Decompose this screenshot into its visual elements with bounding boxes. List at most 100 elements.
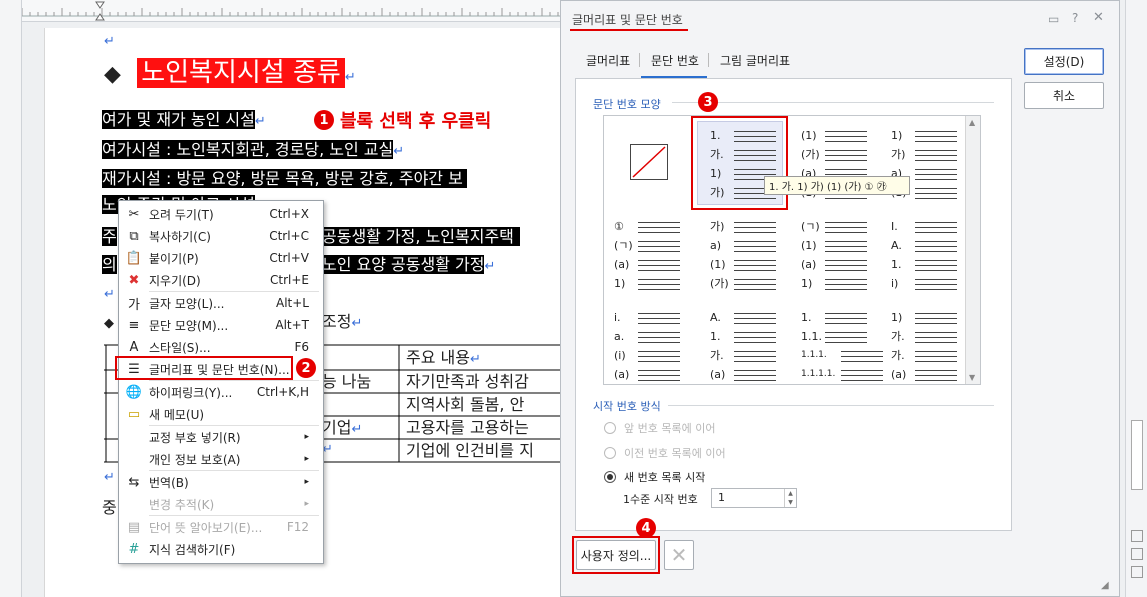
highlight-box-4 [572, 536, 660, 574]
char-shape-icon: 가 [128, 297, 140, 313]
chat-icon[interactable]: ▭ [1048, 12, 1059, 26]
radio-circle[interactable] [604, 447, 616, 459]
table-cell[interactable]: 기업↵ [322, 416, 362, 441]
section-text[interactable]: 조정↵ [322, 310, 362, 335]
table-header[interactable]: 주요 내용↵ [406, 346, 481, 371]
annotation-text: 블록 선택 후 우클릭 [340, 111, 492, 132]
context-menu-item[interactable]: 교정 부호 넣기(R) ▸ [119, 426, 323, 448]
context-menu[interactable]: ✂ 오려 두기(T) Ctrl+X ⧉ 복사하기(C) Ctrl+C 📋 붙이기(P) Ctrl… [118, 200, 324, 564]
number-style-option[interactable]: i. a. (i) (a) [610, 309, 680, 389]
context-menu-item[interactable]: ✖ 지우기(D) Ctrl+E [119, 269, 323, 291]
resize-grip-icon[interactable]: ◢ [1101, 580, 1109, 591]
delete-icon: ✖ [128, 272, 140, 288]
heading-line[interactable]: ◆ 노인복지시설 종류 ↵ [104, 56, 356, 95]
number-style-option[interactable]: 1. 1.1. 1.1.1. 1.1.1.1. [797, 309, 883, 389]
context-menu-item[interactable]: ⧉ 복사하기(C) Ctrl+C [119, 225, 323, 247]
radio-circle-checked[interactable] [604, 471, 616, 483]
horizontal-ruler [21, 0, 562, 22]
number-style-option[interactable]: ① (ㄱ) (a) 1) [610, 218, 680, 298]
tab-bullets[interactable]: 글머리표 [586, 52, 630, 69]
grid-scrollbar[interactable]: ▲ ▼ [965, 116, 980, 384]
hashtag-icon: # [128, 541, 140, 557]
group-title-start-number: 시작 번호 방식 [593, 400, 661, 413]
blank-icon [123, 493, 145, 515]
submenu-arrow-icon: ▸ [304, 432, 309, 442]
copy-icon: ⧉ [129, 228, 139, 244]
selected-line-6[interactable]: 노인 요양 공동생활 가정↵ [322, 253, 495, 278]
selected-line-5[interactable]: 공동생활 가정, 노인복지주택 [322, 225, 560, 248]
highlight-box-2 [115, 356, 293, 380]
context-menu-item[interactable]: 개인 정보 보호(A) ▸ [119, 448, 323, 470]
vertical-scrollbar[interactable] [1125, 0, 1147, 597]
style-tooltip: 1. 가. 1) 가) (1) (가) ① ㉮ [764, 176, 910, 195]
number-style-option[interactable]: (1)(가)(a)(1) [797, 127, 867, 207]
selected-line-2[interactable]: 여가시설 : 노인복지회관, 경로당, 노인 교실↵ [102, 138, 404, 163]
submenu-arrow-icon: ▸ [304, 454, 309, 464]
close-icon[interactable]: ✕ [1093, 10, 1104, 25]
ok-button[interactable]: 설정(D) [1024, 48, 1104, 75]
dialog-title: 글머리표 및 문단 번호 [572, 13, 683, 27]
no-numbering-option[interactable] [630, 144, 668, 180]
vertical-ruler [0, 0, 22, 597]
table-cell[interactable]: 자기만족과 성취감 [406, 370, 560, 393]
delete-icon[interactable]: ✕ [664, 540, 694, 570]
selected-line-3[interactable]: 재가시설 : 방문 요양, 방문 목욕, 방문 강호, 주야간 보 [102, 167, 560, 190]
radio-continue-prior[interactable]: 이전 번호 목록에 이어 [604, 445, 726, 461]
scissors-icon: ✂ [128, 206, 140, 222]
number-style-option[interactable]: A. 1. 가. (a) [706, 309, 776, 389]
submenu-arrow-icon: ▸ [304, 499, 309, 509]
number-style-option[interactable]: I. A. 1. i) [887, 218, 957, 298]
context-menu-item[interactable]: 가 글자 모양(L)... Alt+L [119, 292, 323, 314]
context-menu-item[interactable]: ⇆ 번역(B) ▸ [119, 471, 323, 493]
radio-new-list[interactable]: 새 번호 목록 시작 [604, 469, 705, 485]
number-style-option[interactable]: 가) a) (1) (가) [706, 218, 776, 298]
number-style-option[interactable]: 1) 가. 가. (a) [887, 309, 957, 389]
style-icon: A [129, 339, 139, 355]
table-cell[interactable]: 지역사회 돌봄, 안 [406, 393, 560, 416]
tab-picture-bullets[interactable]: 그림 글머리표 [720, 52, 790, 69]
context-menu-item[interactable]: ✂ 오려 두기(T) Ctrl+X [119, 203, 323, 225]
title-underline [570, 29, 688, 31]
diamond-bullet-icon: ◆ [104, 316, 114, 331]
number-style-option[interactable]: 1)가)a)(1) [887, 127, 957, 207]
document-heading[interactable]: 노인복지시설 종류 [137, 58, 345, 88]
radio-circle[interactable] [604, 422, 616, 434]
paste-icon: 📋 [125, 250, 143, 266]
memo-icon: ▭ [127, 406, 141, 422]
diamond-bullet-icon: ◆ [104, 62, 121, 87]
table-cell[interactable]: 능 나눔 [322, 370, 371, 393]
spinner-arrows[interactable]: ▲ ▼ [784, 489, 796, 507]
context-menu-item[interactable]: ▤ 단어 뜻 알아보기(E)... F12 [119, 516, 323, 538]
context-menu-item[interactable]: A 스타일(S)... F6 [119, 336, 323, 358]
number-style-option[interactable]: (ㄱ) (1) (a) 1) [797, 218, 867, 298]
step-badge-1: 1 [314, 110, 334, 130]
group-title-number-style: 문단 번호 모양 [593, 98, 661, 111]
document-text[interactable]: 중 [102, 496, 117, 519]
tab-numbering[interactable]: 문단 번호 [651, 52, 699, 69]
step-badge-3: 3 [698, 92, 718, 112]
hyperlink-icon: 🌐 [125, 384, 143, 400]
start-number-input[interactable]: 1 ▲ ▼ [711, 488, 797, 508]
table-cell[interactable]: 기업에 인건비를 지 [406, 439, 560, 462]
selected-line-1[interactable]: 여가 및 재가 농인 시설↵ [102, 108, 266, 133]
context-menu-item[interactable]: 📋 붙이기(P) Ctrl+V [119, 247, 323, 269]
submenu-arrow-icon: ▸ [304, 477, 309, 487]
help-icon[interactable]: ? [1072, 11, 1078, 25]
step-badge-4: 4 [636, 518, 656, 538]
step-badge-2: 2 [296, 358, 316, 378]
cancel-button[interactable]: 취소 [1024, 82, 1104, 109]
context-menu-item[interactable]: 변경 추적(K) ▸ [119, 493, 323, 515]
context-menu-item[interactable]: ▭ 새 메모(U) [119, 403, 323, 425]
blank-icon [123, 426, 145, 448]
context-menu-item[interactable]: 🌐 하이퍼링크(Y)... Ctrl+K,H [119, 381, 323, 403]
para-shape-icon: ≡ [128, 317, 140, 333]
start-number-label: 1수준 시작 번호 [623, 493, 698, 506]
radio-continue-previous[interactable]: 앞 번호 목록에 이어 [604, 420, 715, 436]
translate-icon: ⇆ [128, 474, 140, 490]
table-cell[interactable]: 고용자를 고용하는 [406, 416, 560, 439]
paragraph-mark: ↵ [104, 34, 115, 49]
context-menu-item[interactable]: # 지식 검색하기(F) [119, 538, 323, 560]
blank-icon [123, 448, 145, 470]
context-menu-item[interactable]: ≡ 문단 모양(M)... Alt+T [119, 314, 323, 336]
dictionary-icon: ▤ [127, 519, 141, 535]
